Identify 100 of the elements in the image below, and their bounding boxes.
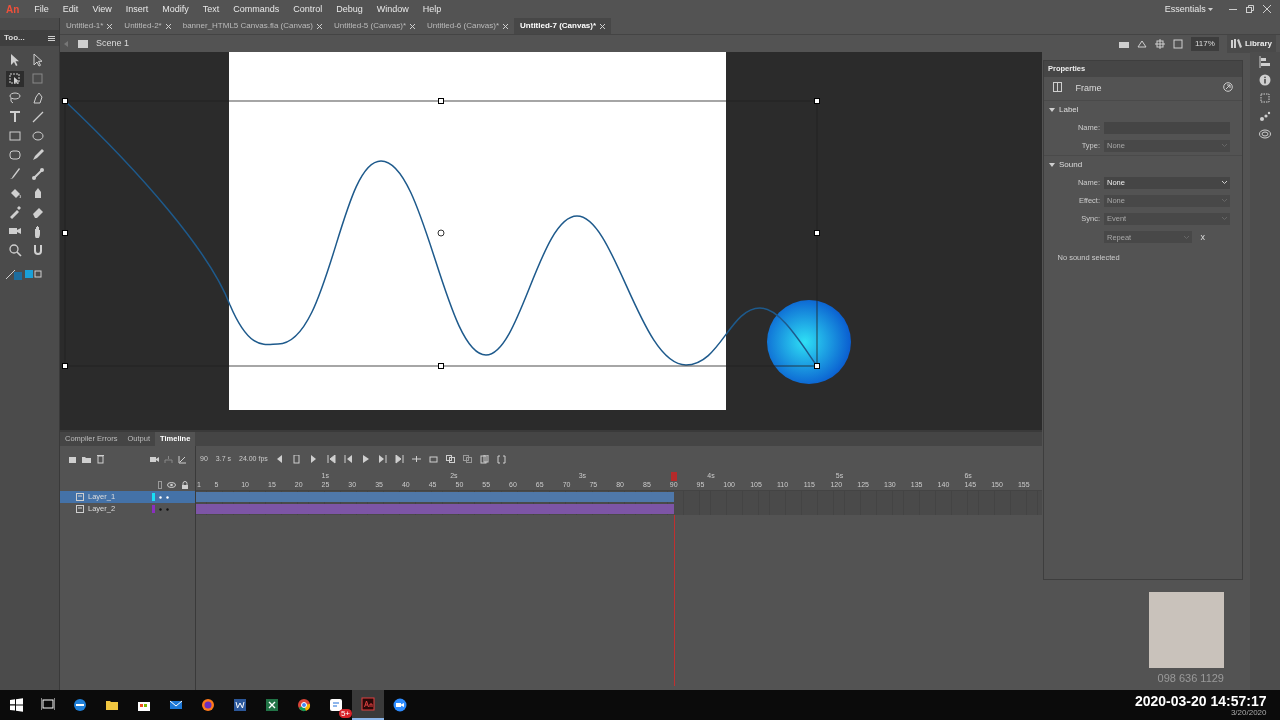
oval-icon[interactable] (31, 129, 45, 143)
section-header[interactable]: Label (1044, 99, 1242, 119)
eraser-icon[interactable] (31, 205, 45, 219)
selected-motion-guide-drawing[interactable] (62, 98, 820, 369)
menu-item[interactable]: Window (369, 0, 416, 18)
new-layer-icon[interactable] (68, 454, 77, 464)
step-back-icon[interactable] (343, 454, 353, 464)
previous-frame-icon[interactable] (275, 454, 285, 464)
lock-icon[interactable] (181, 481, 189, 489)
eye-icon[interactable] (167, 481, 176, 489)
step-forward-icon[interactable] (377, 454, 387, 464)
scene-name[interactable]: Scene 1 (96, 36, 130, 51)
close-icon[interactable] (600, 23, 606, 29)
menu-item[interactable]: Debug (329, 0, 370, 18)
zoom-icon[interactable] (8, 243, 22, 257)
taskbar-app[interactable] (352, 690, 384, 720)
text-tool-icon[interactable] (8, 110, 22, 124)
play-icon[interactable] (360, 454, 370, 464)
visibility-dot-icon[interactable] (159, 507, 162, 511)
layer-icon (76, 493, 84, 501)
line-icon[interactable] (31, 110, 45, 124)
first-frame-icon[interactable] (326, 454, 336, 464)
components-icon[interactable] (1259, 110, 1271, 122)
help-icon[interactable] (1223, 81, 1233, 92)
zoom-field[interactable]: 117% (1191, 36, 1219, 51)
menu-item[interactable]: Insert (118, 0, 156, 18)
loop-icon[interactable] (292, 454, 302, 464)
eyedropper-icon[interactable] (8, 205, 22, 219)
video-camera-icon (393, 698, 407, 712)
document-tab[interactable]: Untitled-7 (Canvas)* (514, 18, 612, 34)
transform-icon[interactable] (1259, 92, 1271, 104)
outline-icon[interactable] (158, 481, 162, 489)
subselection-arrow-icon[interactable] (31, 53, 45, 67)
workspace-dropdown[interactable]: Essentials (1157, 0, 1220, 18)
trash-icon[interactable] (96, 454, 105, 464)
brush-icon[interactable] (8, 167, 22, 181)
edit-multiple-icon[interactable] (479, 454, 489, 464)
center-frame-icon[interactable] (411, 454, 421, 464)
close-icon[interactable] (317, 23, 322, 29)
polystar-icon[interactable] (8, 148, 22, 162)
menu-item[interactable]: View (85, 0, 119, 18)
camera-icon[interactable] (150, 454, 159, 464)
visibility-dot-icon[interactable] (159, 495, 162, 499)
rectangle-icon[interactable] (8, 129, 22, 143)
close-icon[interactable] (1263, 5, 1271, 13)
lasso-icon[interactable] (8, 91, 22, 105)
edit-scene-icon[interactable] (1119, 39, 1129, 48)
timestamp-overlay: 2020-03-20 14:57:17 (1134, 693, 1267, 708)
close-icon[interactable] (107, 23, 113, 29)
menu-item[interactable]: File (27, 0, 56, 18)
folder-icon[interactable] (82, 454, 91, 464)
target-type: Frame (1075, 81, 1103, 95)
disclosure-triangle-icon[interactable] (1049, 106, 1055, 113)
layer-icon (76, 505, 84, 513)
panel-title: Too... (4, 32, 25, 44)
frame-icon (1053, 81, 1062, 92)
books-icon (1230, 39, 1242, 48)
ball-shape[interactable] (767, 300, 851, 384)
mail-icon (169, 698, 183, 712)
clapperboard-icon (78, 39, 88, 48)
bone-icon[interactable] (31, 167, 45, 181)
start-icon[interactable] (9, 698, 23, 712)
library-tab[interactable]: Library (1226, 34, 1276, 53)
chat-app-icon (329, 698, 343, 712)
pencil-icon[interactable] (31, 148, 45, 162)
snap-magnet-icon[interactable] (31, 243, 45, 257)
menu-item[interactable]: Modify (155, 0, 196, 18)
section-header[interactable]: Sound (1044, 154, 1242, 174)
lock-dot-icon[interactable] (166, 495, 169, 499)
chrome-icon (297, 698, 311, 712)
folder-icon (105, 698, 119, 712)
disclosure-triangle-icon[interactable] (1049, 161, 1055, 168)
pen-icon[interactable] (31, 91, 45, 105)
center-stage-icon[interactable] (1155, 38, 1165, 49)
menu-item[interactable]: Text (195, 0, 227, 18)
close-icon[interactable] (410, 23, 416, 29)
menu-item[interactable]: Edit (55, 0, 86, 18)
onion-outline-icon[interactable] (462, 454, 472, 464)
taskbar-app[interactable]: 5+ (320, 690, 352, 720)
loop-toggle-icon[interactable] (428, 454, 438, 464)
excel-icon (265, 698, 279, 712)
cloud-libraries-icon[interactable] (1259, 128, 1271, 140)
menu-item[interactable]: Commands (226, 0, 287, 18)
lock-dot-icon[interactable] (166, 507, 169, 511)
close-icon[interactable] (503, 23, 509, 29)
restore-icon[interactable] (1246, 5, 1254, 13)
last-frame-icon[interactable] (394, 454, 404, 464)
stroke-color-swatch-icon (4, 268, 23, 281)
marker-icon[interactable] (496, 454, 506, 464)
menu-item[interactable]: Help (415, 0, 449, 18)
graph-icon[interactable] (178, 454, 187, 464)
clip-content-icon[interactable] (1173, 38, 1183, 49)
fill-color-swatch-icon (24, 268, 43, 281)
close-icon[interactable] (165, 23, 171, 29)
onion-skin-icon[interactable] (445, 454, 455, 464)
free-transform-icon[interactable] (8, 72, 22, 86)
info-icon[interactable] (1259, 74, 1271, 86)
align-icon[interactable] (1259, 56, 1271, 68)
menu-item[interactable]: Control (286, 0, 330, 18)
menu-icon[interactable] (48, 35, 55, 41)
